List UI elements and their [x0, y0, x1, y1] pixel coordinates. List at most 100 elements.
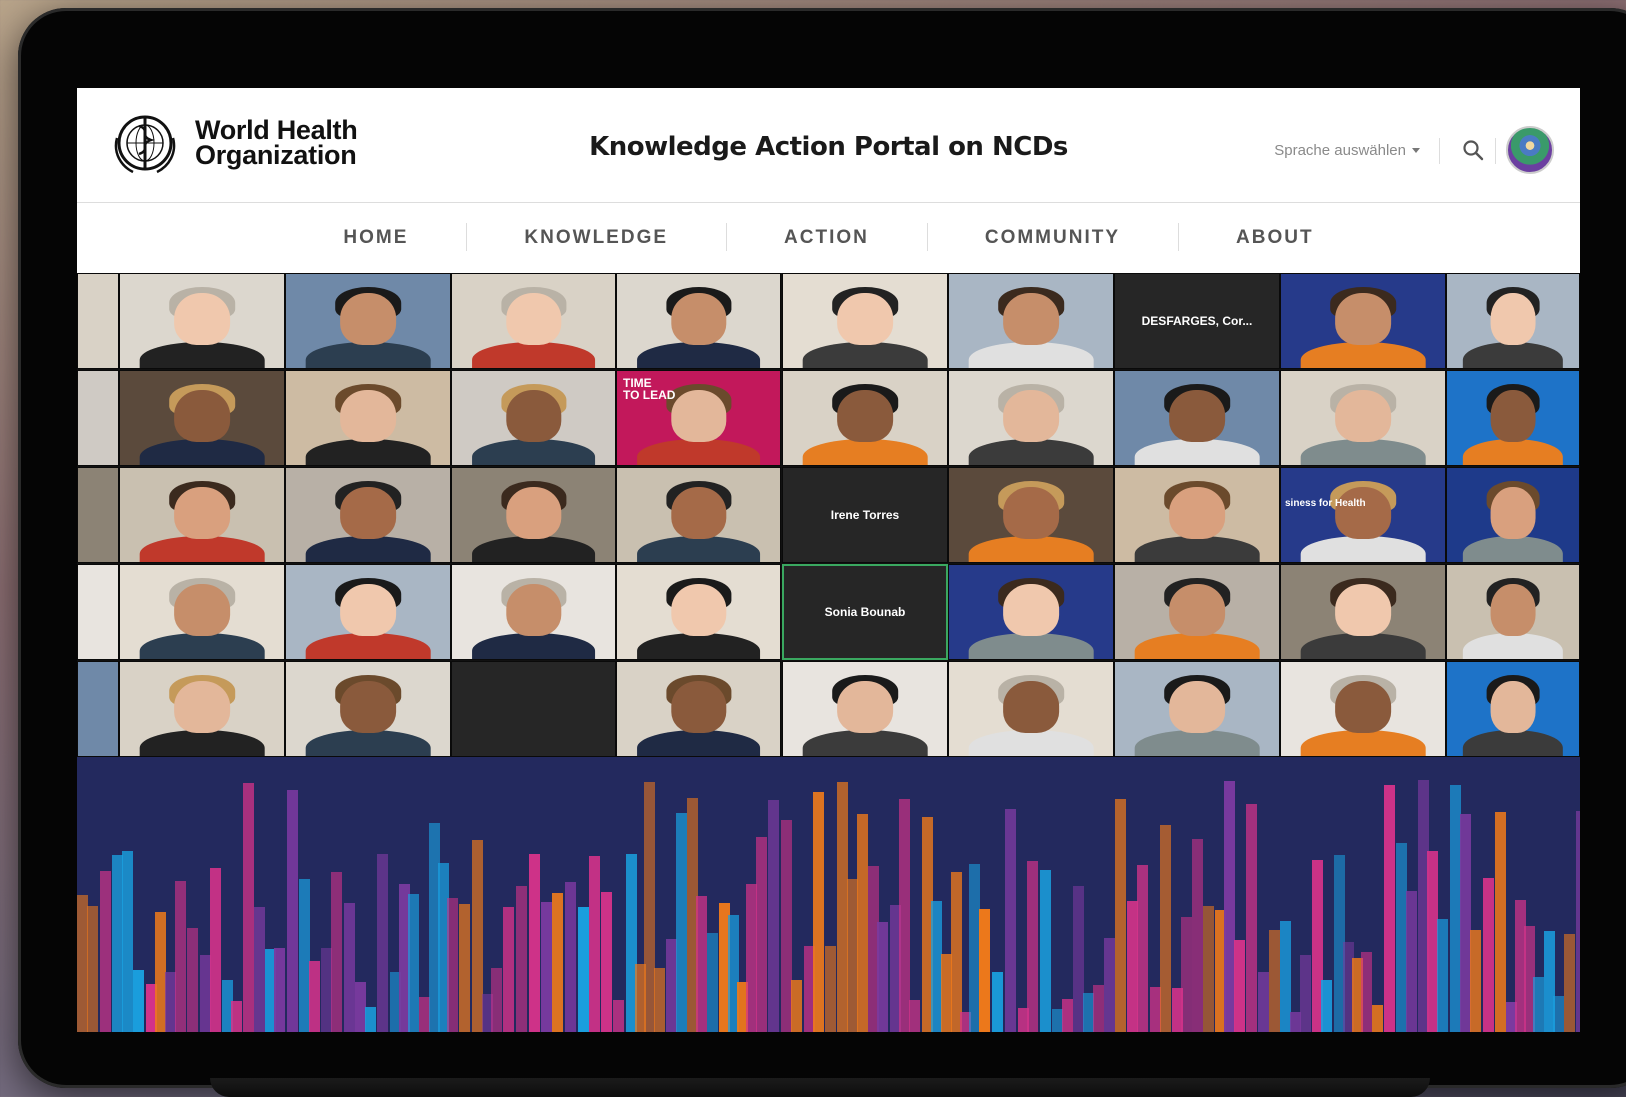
participant-tile[interactable]	[1114, 564, 1280, 660]
participant-tile[interactable]	[1114, 370, 1280, 466]
participant-body	[636, 438, 761, 465]
participant-tile[interactable]	[451, 564, 616, 660]
participant-face	[1003, 486, 1059, 540]
participant-tile[interactable]	[1280, 661, 1446, 757]
decorative-bar	[254, 907, 265, 1032]
participant-tile[interactable]	[948, 661, 1114, 757]
participant-tile[interactable]	[1114, 661, 1280, 757]
avatar[interactable]	[1506, 126, 1554, 174]
nav-item-about[interactable]: ABOUT	[1178, 223, 1372, 251]
participant-tile[interactable]	[77, 564, 119, 660]
nav-item-community[interactable]: COMMUNITY	[926, 223, 1178, 251]
tile-banner-text: TO LEAD	[623, 388, 676, 402]
decorative-bar	[187, 928, 198, 1032]
search-icon[interactable]	[1461, 138, 1485, 162]
participant-tile[interactable]	[119, 467, 285, 563]
participant-face	[1169, 389, 1225, 443]
participant-tile[interactable]	[285, 467, 451, 563]
decorative-bar	[419, 997, 430, 1032]
decorative-bar	[899, 799, 910, 1032]
decorative-bar	[565, 882, 576, 1032]
participant-tile[interactable]	[1446, 661, 1580, 757]
participant-tile[interactable]	[616, 661, 781, 757]
participant-tile[interactable]	[119, 661, 285, 757]
participant-tile[interactable]	[1446, 564, 1580, 660]
participant-tile[interactable]	[119, 370, 285, 466]
decorative-bar	[231, 1001, 242, 1032]
video-meeting-grid: DESFARGES, Cor... TIME TO LEAD Irene Torres…	[77, 273, 1580, 757]
language-select[interactable]: Sprache auswählen	[1274, 142, 1420, 159]
participant-tile[interactable]	[1280, 370, 1446, 466]
participant-body	[305, 632, 431, 659]
participant-tile-irene-torres[interactable]: Irene Torres	[782, 467, 948, 563]
decorative-bar	[847, 879, 858, 1032]
participant-tile[interactable]	[285, 564, 451, 660]
participant-tile[interactable]	[948, 273, 1114, 369]
nav-item-home[interactable]: HOME	[285, 227, 466, 249]
participant-tile[interactable]	[285, 370, 451, 466]
participant-tile[interactable]	[285, 661, 451, 757]
participant-body	[1300, 438, 1426, 465]
participant-tile[interactable]	[616, 467, 781, 563]
participant-tile[interactable]	[1446, 370, 1580, 466]
site-header: World Health Organization Knowledge Acti…	[77, 88, 1580, 203]
participant-body	[1462, 438, 1564, 465]
participant-tile[interactable]	[616, 273, 781, 369]
participant-tile[interactable]	[77, 661, 119, 757]
decorative-bar	[676, 813, 687, 1032]
participant-face	[670, 680, 727, 734]
participant-face	[1335, 486, 1391, 540]
participant-body	[1300, 632, 1426, 659]
participant-tile[interactable]: TIME TO LEAD	[616, 370, 781, 466]
decorative-bar	[243, 783, 254, 1032]
participant-tile[interactable]	[948, 467, 1114, 563]
decorative-bar	[365, 1007, 376, 1032]
participant-tile[interactable]	[77, 273, 119, 369]
decorative-bar	[992, 972, 1003, 1032]
decorative-bar	[1384, 785, 1395, 1032]
participant-tile[interactable]	[1446, 273, 1580, 369]
participant-body	[1300, 535, 1426, 562]
participant-tile[interactable]	[451, 661, 616, 757]
participant-tile[interactable]	[77, 467, 119, 563]
participant-tile[interactable]	[616, 564, 781, 660]
participant-face	[1335, 583, 1391, 637]
participant-tile[interactable]	[119, 273, 285, 369]
participant-tile[interactable]	[948, 370, 1114, 466]
participant-tile[interactable]: siness for Health	[1280, 467, 1446, 563]
participant-tile[interactable]	[77, 370, 119, 466]
participant-tile[interactable]	[1114, 467, 1280, 563]
decorative-bar	[837, 782, 848, 1032]
participant-tile[interactable]	[1280, 273, 1446, 369]
participant-tile[interactable]	[782, 661, 948, 757]
participant-tile[interactable]	[782, 370, 948, 466]
decorative-bar	[1372, 1005, 1383, 1032]
participant-tile[interactable]	[1280, 564, 1446, 660]
participant-tile-sonia-bounab[interactable]: Sonia Bounab	[782, 564, 948, 660]
participant-tile[interactable]	[948, 564, 1114, 660]
participant-tile[interactable]	[451, 370, 616, 466]
participant-tile-desfarges[interactable]: DESFARGES, Cor...	[1114, 273, 1280, 369]
participant-face	[1003, 680, 1059, 734]
decorative-bar	[813, 792, 824, 1032]
participant-tile[interactable]	[285, 273, 451, 369]
participant-tile[interactable]	[451, 273, 616, 369]
language-select-label: Sprache auswählen	[1274, 142, 1406, 159]
participant-tile[interactable]	[119, 564, 285, 660]
participant-face	[1335, 680, 1391, 734]
decorative-bar	[1450, 785, 1461, 1032]
participant-tile[interactable]	[782, 273, 948, 369]
participant-body	[305, 438, 431, 465]
participant-tile[interactable]	[1446, 467, 1580, 563]
decorative-bar	[1483, 878, 1494, 1032]
participant-face	[505, 583, 562, 637]
decorative-bar	[299, 879, 310, 1032]
nav-item-action[interactable]: ACTION	[726, 223, 927, 251]
participant-tile[interactable]	[451, 467, 616, 563]
decorative-bar	[601, 892, 612, 1032]
participant-body	[636, 535, 761, 562]
nav-item-knowledge[interactable]: KNOWLEDGE	[466, 223, 726, 251]
decorative-bar	[1224, 781, 1235, 1032]
decorative-bar-banner	[77, 757, 1580, 1032]
participant-body	[1462, 632, 1564, 659]
